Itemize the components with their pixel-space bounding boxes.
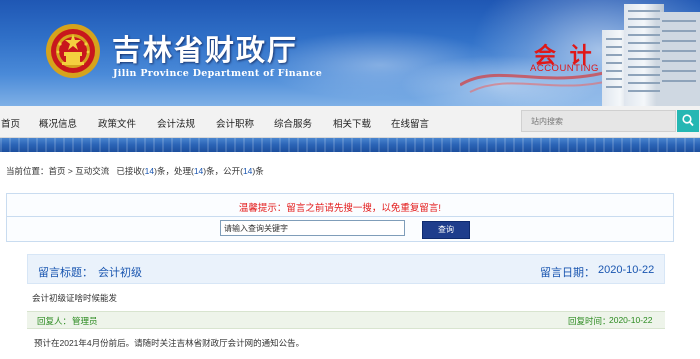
nav-item-messages[interactable]: 在线留言 — [391, 116, 429, 130]
nav-item-titles[interactable]: 会计职称 — [216, 116, 254, 130]
processed-label: )条，处理( — [154, 166, 194, 176]
office-building-photo — [602, 4, 700, 106]
national-emblem-icon — [46, 24, 100, 78]
breadcrumb-separator: > — [65, 166, 76, 176]
decorative-stripe-pattern — [0, 138, 700, 152]
search-icon — [682, 114, 694, 127]
brand-subtitle: ACCOUNTING — [530, 63, 599, 74]
nav-item-services[interactable]: 综合服务 — [274, 116, 312, 130]
reply-content: 预计在2021年4月份前后。请随时关注吉林省财政厅会计网的通知公告。 — [34, 338, 305, 348]
processed-count: 14 — [193, 166, 204, 176]
received-count: 14 — [144, 166, 155, 176]
replier-name: 管理员 — [72, 316, 98, 326]
reply-time-label: 回复时间： — [568, 316, 611, 326]
message-content: 会计初级证啥时候能发 — [32, 293, 118, 303]
received-label: 已接收( — [116, 166, 145, 176]
message-card: 留言标题： 会计初级 留言日期： 2020-10-22 会计初级证啥时候能发 回… — [27, 254, 665, 354]
public-count: 14 — [242, 166, 253, 176]
nav-item-home[interactable]: 首页 — [1, 116, 20, 130]
public-label: )条，公开( — [203, 166, 243, 176]
site-search-input[interactable]: 站内搜索 — [521, 110, 676, 132]
query-button[interactable]: 查询 — [422, 221, 470, 239]
nav-item-downloads[interactable]: 相关下载 — [333, 116, 371, 130]
nav-item-regulations[interactable]: 会计法规 — [157, 116, 195, 130]
warm-notice: 温馨提示：留言之前请先搜一搜，以免重复留言! — [238, 203, 442, 214]
divider — [7, 216, 673, 217]
count-suffix: )条 — [252, 166, 264, 176]
message-header: 留言标题： 会计初级 留言日期： 2020-10-22 — [27, 254, 665, 284]
replier-label: 回复人： — [37, 316, 72, 326]
nav-item-overview[interactable]: 概况信息 — [39, 116, 77, 130]
reply-header: 回复人： 管理员 回复时间： 2020-10-22 — [27, 311, 665, 329]
site-banner: 吉林省财政厅 Jilin Province Department of Fina… — [0, 0, 700, 106]
breadcrumb-home-link[interactable]: 首页 — [49, 166, 66, 176]
breadcrumb: 当前位置：首页 > 互动交流 已接收(14)条，处理(14)条，公开(14)条 — [6, 165, 264, 177]
nav-item-policy[interactable]: 政策文件 — [98, 116, 136, 130]
reply-time: 2020-10-22 — [609, 315, 653, 325]
breadcrumb-section-link[interactable]: 互动交流 — [75, 166, 109, 176]
breadcrumb-prefix: 当前位置： — [6, 166, 49, 176]
site-search-button[interactable] — [677, 110, 699, 132]
message-date-label: 留言日期： — [540, 267, 595, 279]
message-title: 会计初级 — [98, 267, 142, 279]
keyword-input[interactable]: 请输入查询关键字 — [220, 220, 405, 236]
message-search-panel: 温馨提示：留言之前请先搜一搜，以免重复留言! 请输入查询关键字 查询 — [6, 193, 674, 242]
site-subtitle: Jilin Province Department of Finance — [113, 68, 323, 79]
message-date: 2020-10-22 — [598, 264, 655, 276]
site-title: 吉林省财政厅 — [112, 33, 299, 67]
message-title-label: 留言标题： — [38, 267, 93, 279]
